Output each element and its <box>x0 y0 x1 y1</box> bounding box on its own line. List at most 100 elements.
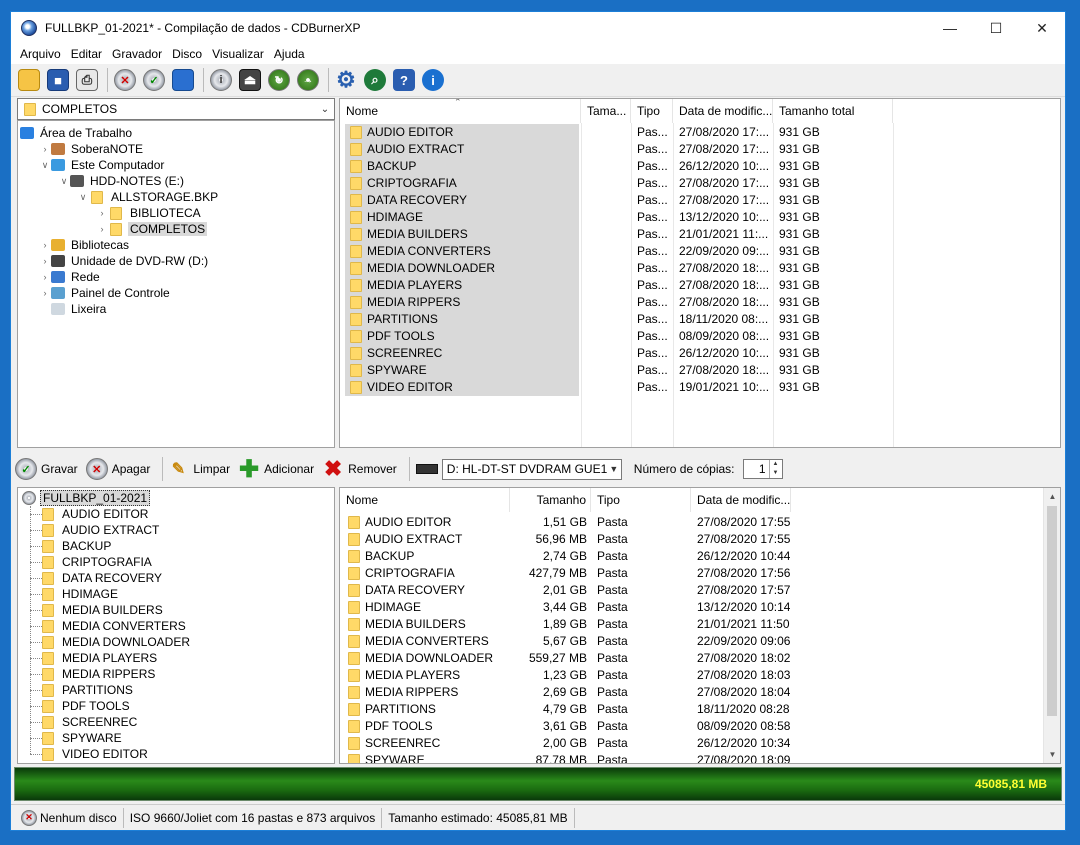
expand-chevron-icon[interactable]: › <box>96 224 108 234</box>
expand-chevron-icon[interactable]: › <box>39 240 51 250</box>
burn-button[interactable]: ✓ Gravar <box>15 458 78 480</box>
list-item[interactable]: CRIPTOGRAFIA Pas... 27/08/2020 17:... 931 G… <box>340 175 1040 192</box>
list-item[interactable]: DATA RECOVERY Pas... 27/08/2020 17:... 931 … <box>340 192 1040 209</box>
list-item[interactable]: PDF TOOLS 3,61 GB Pasta 08/09/2020 08:58 <box>340 718 1040 735</box>
spin-up-icon[interactable]: ▲ <box>770 460 782 469</box>
minimize-button[interactable]: — <box>927 12 973 44</box>
column-header-date[interactable]: Data de modific... <box>673 99 773 123</box>
menu-gravador[interactable]: Gravador <box>107 47 167 61</box>
compilation-tree-item[interactable]: AUDIO EDITOR <box>30 506 150 522</box>
list-item[interactable]: SCREENREC Pas... 26/12/2020 10:... 931 GB <box>340 345 1040 362</box>
list-item[interactable]: MEDIA RIPPERS Pas... 27/08/2020 18:... 931 … <box>340 294 1040 311</box>
list-item[interactable]: HDIMAGE 3,44 GB Pasta 13/12/2020 10:14 <box>340 599 1040 616</box>
list-item[interactable]: MEDIA DOWNLOADER Pas... 27/08/2020 18:... 9… <box>340 260 1040 277</box>
folder-path-combo[interactable]: COMPLETOS ⌄ <box>17 98 335 120</box>
copies-spinner[interactable]: 1 ▲ ▼ <box>742 459 783 479</box>
compilation-tree-item[interactable]: MEDIA PLAYERS <box>30 650 159 666</box>
list-item[interactable]: PDF TOOLS Pas... 08/09/2020 08:... 931 GB <box>340 328 1040 345</box>
compilation-tree-item[interactable]: VIDEO EDITOR <box>30 746 150 762</box>
vertical-scrollbar[interactable]: ▲ ▼ <box>1043 488 1060 763</box>
tree-item[interactable]: ∨ ALLSTORAGE.BKP <box>77 189 220 205</box>
expand-chevron-icon[interactable]: › <box>39 272 51 282</box>
erase-button[interactable]: ✕ Apagar <box>85 458 150 480</box>
save-button[interactable]: ■ <box>45 67 71 93</box>
list-item[interactable]: MEDIA DOWNLOADER 559,27 MB Pasta 27/08/2020… <box>340 650 1040 667</box>
compilation-tree-item[interactable]: HDIMAGE <box>30 586 120 602</box>
help-button[interactable]: ? <box>391 67 417 93</box>
compilation-tree-item[interactable]: PARTITIONS <box>30 682 135 698</box>
menu-editar[interactable]: Editar <box>66 47 107 61</box>
column-header-name[interactable]: Nome <box>340 488 510 512</box>
list-item[interactable]: BACKUP 2,74 GB Pasta 26/12/2020 10:44 <box>340 548 1040 565</box>
compilation-tree-item[interactable]: MEDIA RIPPERS <box>30 666 157 682</box>
tree-item[interactable]: ∨ HDD-NOTES (E:) <box>58 173 186 189</box>
disc-info-button[interactable]: i <box>208 67 234 93</box>
list-item[interactable]: AUDIO EDITOR Pas... 27/08/2020 17:... 931 G… <box>340 124 1040 141</box>
expand-chevron-icon[interactable]: › <box>39 144 51 154</box>
list-item[interactable]: AUDIO EXTRACT 56,96 MB Pasta 27/08/2020 17:… <box>340 531 1040 548</box>
eject-drive-button[interactable]: ⏏ <box>237 67 263 93</box>
scrollbar-thumb[interactable] <box>1047 506 1057 716</box>
options-button[interactable]: ⚙ <box>333 67 359 93</box>
menu-disco[interactable]: Disco <box>167 47 207 61</box>
list-item[interactable]: MEDIA PLAYERS 1,23 GB Pasta 27/08/2020 18:0… <box>340 667 1040 684</box>
menu-ajuda[interactable]: Ajuda <box>269 47 310 61</box>
scroll-down-icon[interactable]: ▼ <box>1044 746 1060 763</box>
source-file-list[interactable]: Nome Tama... Tipo Data de modific... Tam… <box>339 98 1061 448</box>
tree-item[interactable]: › SoberaNOTE <box>39 141 145 157</box>
tree-item[interactable]: Lixeira <box>39 301 108 317</box>
remove-button[interactable]: ✖ Remover <box>322 456 397 481</box>
tree-item[interactable]: › COMPLETOS <box>96 221 208 237</box>
list-item[interactable]: AUDIO EXTRACT Pas... 27/08/2020 17:... 931 … <box>340 141 1040 158</box>
list-item[interactable]: MEDIA RIPPERS 2,69 GB Pasta 27/08/2020 18:0… <box>340 684 1040 701</box>
erase-disc-button[interactable]: ✕ <box>112 67 138 93</box>
tree-item[interactable]: › Rede <box>39 269 102 285</box>
column-header-size[interactable]: Tama... <box>581 99 631 123</box>
list-item[interactable]: SPYWARE 87,78 MB Pasta 27/08/2020 18:09 <box>340 752 1040 763</box>
list-item[interactable]: VIDEO EDITOR Pas... 19/01/2021 10:... 931 G… <box>340 379 1040 396</box>
explorer-tree[interactable]: Área de Trabalho › SoberaNOTE ∨ Este Computa… <box>17 120 335 448</box>
scroll-up-icon[interactable]: ▲ <box>1044 488 1060 505</box>
column-header-type[interactable]: Tipo <box>631 99 673 123</box>
tree-item[interactable]: › BIBLIOTECA <box>96 205 203 221</box>
list-item[interactable]: MEDIA CONVERTERS 5,67 GB Pasta 22/09/2020 0… <box>340 633 1040 650</box>
expand-chevron-icon[interactable]: ∨ <box>77 192 89 203</box>
list-item[interactable]: BACKUP Pas... 26/12/2020 10:... 931 GB <box>340 158 1040 175</box>
add-button[interactable]: ✚ Adicionar <box>238 456 314 483</box>
tree-item[interactable]: ∨ Este Computador <box>39 157 166 173</box>
expand-chevron-icon[interactable]: ∨ <box>58 176 70 187</box>
compilation-tree-item[interactable]: AUDIO EXTRACT <box>30 522 161 538</box>
compilation-tree-item[interactable]: MEDIA DOWNLOADER <box>30 634 192 650</box>
list-item[interactable]: MEDIA PLAYERS Pas... 27/08/2020 18:... 931 … <box>340 277 1040 294</box>
compilation-tree-item[interactable]: DATA RECOVERY <box>30 570 164 586</box>
tree-item[interactable]: › Bibliotecas <box>39 237 131 253</box>
expand-chevron-icon[interactable]: › <box>39 256 51 266</box>
list-item[interactable]: PARTITIONS Pas... 18/11/2020 08:... 931 GB <box>340 311 1040 328</box>
maximize-button[interactable]: ☐ <box>973 12 1019 44</box>
list-item[interactable]: MEDIA BUILDERS 1,89 GB Pasta 21/01/2021 11:… <box>340 616 1040 633</box>
tree-item[interactable]: › Painel de Controle <box>39 285 172 301</box>
list-item[interactable]: PARTITIONS 4,79 GB Pasta 18/11/2020 08:28 <box>340 701 1040 718</box>
expand-chevron-icon[interactable]: › <box>39 288 51 298</box>
list-item[interactable]: SCREENREC 2,00 GB Pasta 26/12/2020 10:34 <box>340 735 1040 752</box>
compilation-root[interactable]: FULLBKP_01-2021 <box>22 490 151 506</box>
column-header-total-size[interactable]: Tamanho total <box>773 99 893 123</box>
copies-value[interactable]: 1 <box>744 462 769 476</box>
expand-chevron-icon[interactable]: › <box>96 208 108 218</box>
compilation-tree-item[interactable]: PDF TOOLS <box>30 698 132 714</box>
list-item[interactable]: HDIMAGE Pas... 13/12/2020 10:... 931 GB <box>340 209 1040 226</box>
list-item[interactable]: MEDIA CONVERTERS Pas... 22/09/2020 09:... 9… <box>340 243 1040 260</box>
tree-item[interactable]: Área de Trabalho <box>20 125 134 141</box>
column-header-type[interactable]: Tipo <box>591 488 691 512</box>
compilation-tree-item[interactable]: MEDIA CONVERTERS <box>30 618 188 634</box>
iso-button[interactable]: → <box>295 67 321 93</box>
compilation-tree-item[interactable]: SCREENREC <box>30 714 139 730</box>
tree-item[interactable]: › Unidade de DVD-RW (D:) <box>39 253 210 269</box>
clear-button[interactable]: ✎ Limpar <box>167 458 230 480</box>
compilation-tree[interactable]: FULLBKP_01-2021 AUDIO EDITOR AUDIO EXTRACT… <box>17 487 335 764</box>
update-button[interactable]: ⌕ <box>362 67 388 93</box>
compilation-tree-item[interactable]: SPYWARE <box>30 730 124 746</box>
compilation-tree-item[interactable]: CRIPTOGRAFIA <box>30 554 154 570</box>
compilation-file-list[interactable]: Nome Tamanho Tipo Data de modific... AUD… <box>339 487 1061 764</box>
column-header-size[interactable]: Tamanho <box>510 488 591 512</box>
